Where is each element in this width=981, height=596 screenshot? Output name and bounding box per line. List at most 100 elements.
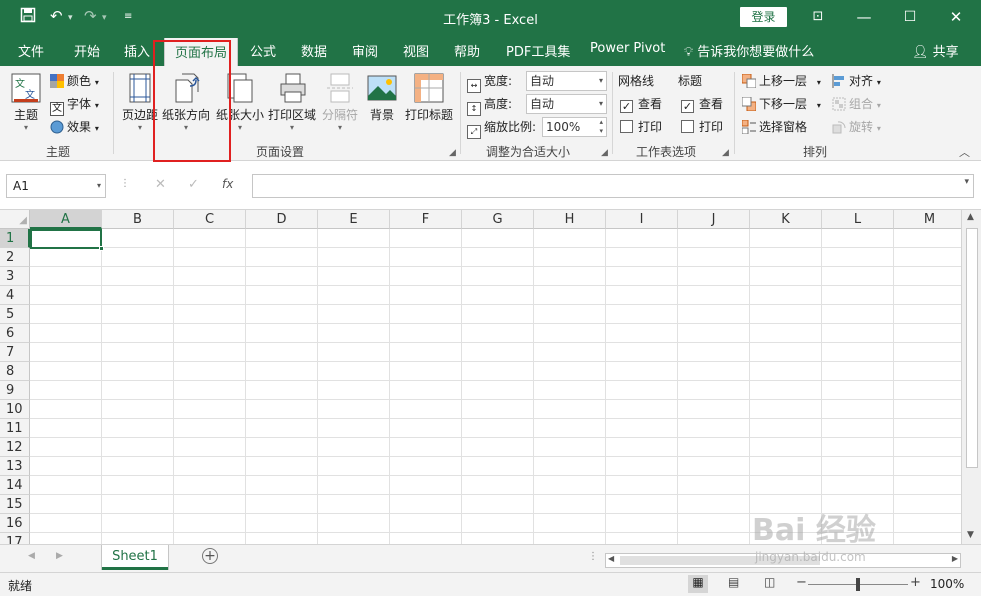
scroll-down-icon[interactable]: ▼ [967, 530, 974, 540]
tell-me-search[interactable]: 💡︎ 告诉我你想要做什么 [684, 41, 814, 60]
column-header[interactable]: I [606, 210, 678, 229]
tab-power-pivot[interactable]: Power Pivot [590, 41, 665, 56]
rotate-button[interactable]: 旋转 ▾ [832, 117, 881, 137]
scroll-left-icon[interactable]: ◀ [608, 554, 614, 563]
row-header[interactable]: 9 [0, 381, 30, 400]
column-header[interactable]: A [30, 210, 102, 229]
height-select[interactable]: 自动 ▾ [526, 94, 607, 114]
scroll-right-icon[interactable]: ▶ [952, 554, 958, 563]
column-header[interactable]: F [390, 210, 462, 229]
themes-button[interactable]: 文 文 主题 ▾ [8, 72, 44, 132]
print-titles-button[interactable]: 打印标题 [403, 72, 455, 123]
ribbon-display-options-icon[interactable]: ⊡ [798, 4, 838, 30]
login-button[interactable]: 登录 [740, 7, 787, 27]
row-header[interactable]: 14 [0, 476, 30, 495]
more-options-icon[interactable]: ⋮ [588, 551, 598, 562]
gridlines-print-checkbox[interactable]: 打印 [620, 117, 662, 137]
row-header[interactable]: 13 [0, 457, 30, 476]
theme-effects-button[interactable]: 效果 ▾ [50, 117, 99, 137]
prev-sheet-icon[interactable]: ◀ [28, 551, 35, 561]
column-header[interactable]: G [462, 210, 534, 229]
column-header[interactable]: H [534, 210, 606, 229]
enter-icon[interactable]: ✓ [188, 177, 199, 192]
column-header[interactable]: C [174, 210, 246, 229]
breaks-button[interactable]: 分隔符 ▾ [320, 72, 360, 132]
row-header[interactable]: 7 [0, 343, 30, 362]
cell-area[interactable] [30, 229, 961, 544]
gridlines-view-checkbox[interactable]: ✓ 查看 [620, 94, 662, 114]
width-select[interactable]: 自动 ▾ [526, 71, 607, 91]
row-header[interactable]: 6 [0, 324, 30, 343]
normal-view-icon[interactable]: ▦ [688, 575, 708, 593]
bring-forward-button[interactable]: 上移一层 ▾ [742, 71, 821, 91]
column-header[interactable]: M [894, 210, 961, 229]
scale-spinner[interactable]: 100% ▴ ▾ [542, 117, 607, 137]
cancel-icon[interactable]: ✕ [155, 177, 166, 192]
share-button[interactable]: 👤︎ 共享 [912, 41, 959, 60]
minimize-icon[interactable]: — [844, 4, 884, 30]
vertical-scroll-thumb[interactable] [966, 228, 978, 468]
add-sheet-icon[interactable]: + [202, 548, 218, 564]
zoom-level[interactable]: 100% [930, 577, 964, 591]
scale-dialog-launcher-icon[interactable]: ◢ [601, 148, 608, 158]
select-all-corner[interactable]: ◢ [0, 210, 30, 229]
zoom-in-icon[interactable]: + [910, 575, 921, 590]
send-backward-button[interactable]: 下移一层 ▾ [742, 94, 821, 114]
theme-colors-button[interactable]: 颜色 ▾ [50, 71, 99, 91]
row-header[interactable]: 11 [0, 419, 30, 438]
chevron-down-icon[interactable]: ▾ [97, 175, 101, 197]
zoom-out-icon[interactable]: − [796, 575, 807, 590]
row-header[interactable]: 3 [0, 267, 30, 286]
headings-print-checkbox[interactable]: 打印 [681, 117, 723, 137]
row-header[interactable]: 5 [0, 305, 30, 324]
fill-handle[interactable] [99, 246, 104, 251]
tab-insert[interactable]: 插入 [124, 41, 150, 60]
headings-view-checkbox[interactable]: ✓ 查看 [681, 94, 723, 114]
column-header[interactable]: K [750, 210, 822, 229]
tab-help[interactable]: 帮助 [454, 41, 480, 60]
tab-data[interactable]: 数据 [301, 41, 327, 60]
spinner-arrows-icon[interactable]: ▴ ▾ [599, 118, 603, 136]
name-box[interactable]: A1 ▾ [6, 174, 106, 198]
page-setup-dialog-launcher-icon[interactable]: ◢ [449, 148, 456, 158]
group-objects-button[interactable]: 组合 ▾ [832, 94, 881, 114]
more-options-icon[interactable]: ⋮ [120, 178, 130, 189]
row-header[interactable]: 17 [0, 533, 30, 544]
sheet-options-dialog-launcher-icon[interactable]: ◢ [722, 148, 729, 158]
sheet-tab-sheet1[interactable]: Sheet1 [102, 545, 168, 570]
row-header[interactable]: 15 [0, 495, 30, 514]
row-header[interactable]: 1 [0, 229, 30, 248]
vertical-scrollbar[interactable]: ▲ ▼ [961, 210, 981, 544]
page-layout-view-icon[interactable]: ▤ [728, 575, 739, 589]
align-button[interactable]: 对齐 ▾ [832, 71, 881, 91]
row-header[interactable]: 4 [0, 286, 30, 305]
row-header[interactable]: 10 [0, 400, 30, 419]
tab-formulas[interactable]: 公式 [250, 41, 276, 60]
tab-review[interactable]: 审阅 [352, 41, 378, 60]
formula-input[interactable]: ▾ [252, 174, 974, 198]
page-break-preview-icon[interactable]: ◫ [764, 575, 775, 589]
column-header[interactable]: J [678, 210, 750, 229]
zoom-slider-thumb[interactable] [856, 578, 860, 591]
expand-formula-bar-icon[interactable]: ▾ [964, 177, 969, 187]
background-button[interactable]: 背景 [365, 72, 399, 123]
tab-file[interactable]: 文件 [18, 41, 44, 60]
column-header[interactable]: B [102, 210, 174, 229]
row-header[interactable]: 2 [0, 248, 30, 267]
print-area-button[interactable]: 打印区域 ▾ [266, 72, 318, 132]
maximize-icon[interactable]: ☐ [890, 4, 930, 30]
active-cell-a1[interactable] [30, 229, 102, 249]
row-header[interactable]: 12 [0, 438, 30, 457]
row-header[interactable]: 8 [0, 362, 30, 381]
column-header[interactable]: E [318, 210, 390, 229]
tab-pdf-tools[interactable]: PDF工具集 [506, 41, 570, 60]
worksheet-grid[interactable]: ◢ A B C D E F G H I J K L M 1 2 3 4 5 6 … [0, 210, 961, 544]
tab-view[interactable]: 视图 [403, 41, 429, 60]
next-sheet-icon[interactable]: ▶ [56, 551, 63, 561]
column-header[interactable]: L [822, 210, 894, 229]
close-icon[interactable]: ✕ [936, 4, 976, 30]
selection-pane-button[interactable]: 选择窗格 [742, 117, 807, 137]
column-header[interactable]: D [246, 210, 318, 229]
tab-home[interactable]: 开始 [74, 41, 100, 60]
collapse-ribbon-icon[interactable]: ︿ [959, 144, 970, 160]
